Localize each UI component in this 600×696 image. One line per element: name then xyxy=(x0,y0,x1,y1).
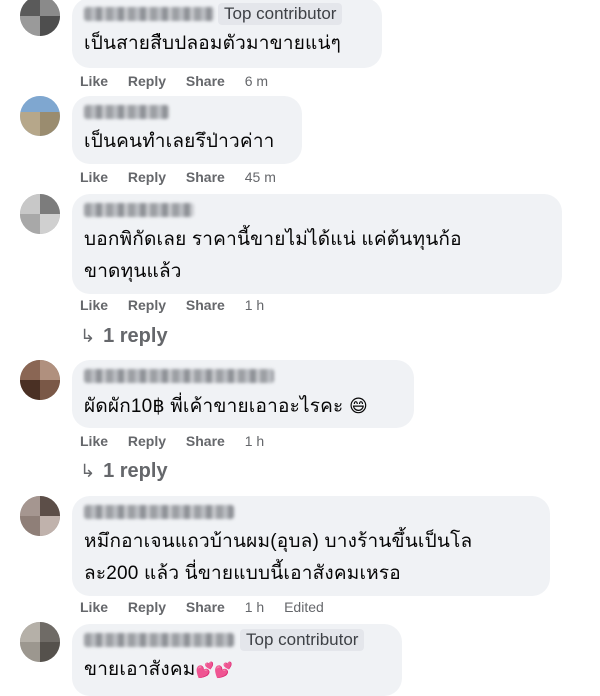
comment-text-line: หมึกอาเจนแถวบ้านผม(อุบล) บางร้านขึ้นเป็น… xyxy=(84,531,473,552)
comment-bubble: Top contributor เป็นสายสืบปลอมตัวมาขายแน… xyxy=(72,0,382,68)
author-name[interactable] xyxy=(84,369,274,383)
comment-actions: Like Reply Share 45 m xyxy=(80,169,292,185)
comment-text-line: ขาดทุนแล้ว xyxy=(84,261,182,282)
reply-button[interactable]: Reply xyxy=(128,73,166,89)
avatar[interactable] xyxy=(20,622,60,662)
grinning-emoji-icon: 😄 xyxy=(348,396,368,416)
like-button[interactable]: Like xyxy=(80,169,108,185)
comment-actions: Like Reply Share 1 h Edited xyxy=(80,599,340,615)
share-button[interactable]: Share xyxy=(186,169,225,185)
like-button[interactable]: Like xyxy=(80,297,108,313)
reply-button[interactable]: Reply xyxy=(128,433,166,449)
reply-button[interactable]: Reply xyxy=(128,599,166,615)
comment-text-line: บอกพิกัดเลย ราคานี้ขายไม่ได้แน่ แค่ต้นทุ… xyxy=(84,229,462,250)
comment-text-line: ละ200 แล้ว นี่ขายแบบนี้เอาสังคมเหรอ xyxy=(84,563,401,584)
author-name[interactable] xyxy=(84,505,234,519)
avatar[interactable] xyxy=(20,360,60,400)
author-name[interactable] xyxy=(84,203,194,217)
share-button[interactable]: Share xyxy=(186,433,225,449)
comment-text: เป็นคนทำเลยรึป่าวค่าา xyxy=(84,131,275,152)
like-button[interactable]: Like xyxy=(80,433,108,449)
avatar[interactable] xyxy=(20,194,60,234)
comment-actions: Like Reply Share 6 m xyxy=(80,73,284,89)
comment-text-content: ผัดผัก10฿ พี่เค้าขายเอาอะไรคะ xyxy=(84,396,344,417)
author-name[interactable] xyxy=(84,633,234,647)
reply-arrow-icon: ↳ xyxy=(80,461,96,481)
two-hearts-icon: 💕💕 xyxy=(195,662,234,679)
share-button[interactable]: Share xyxy=(186,599,225,615)
share-button[interactable]: Share xyxy=(186,73,225,89)
replies-count: 1 reply xyxy=(103,460,168,482)
share-button[interactable]: Share xyxy=(186,297,225,313)
like-button[interactable]: Like xyxy=(80,73,108,89)
reply-arrow-icon: ↳ xyxy=(80,326,96,346)
avatar[interactable] xyxy=(20,0,60,36)
author-name[interactable] xyxy=(84,105,169,119)
avatar[interactable] xyxy=(20,96,60,136)
timestamp[interactable]: 6 m xyxy=(245,73,268,89)
comment-text-content: ขายเอาสังคม xyxy=(84,659,196,680)
reply-button[interactable]: Reply xyxy=(128,297,166,313)
replies-count: 1 reply xyxy=(103,325,168,347)
timestamp[interactable]: 1 h xyxy=(245,297,264,313)
top-contributor-badge: Top contributor xyxy=(218,3,343,25)
timestamp[interactable]: 1 h xyxy=(245,433,264,449)
timestamp[interactable]: 45 m xyxy=(245,169,276,185)
comment-bubble: หมึกอาเจนแถวบ้านผม(อุบล) บางร้านขึ้นเป็น… xyxy=(72,496,550,596)
view-replies-link[interactable]: ↳ 1 reply xyxy=(80,325,168,348)
edited-label[interactable]: Edited xyxy=(284,599,324,615)
comment-actions: Like Reply Share 1 h xyxy=(80,433,280,449)
comment-text: ผัดผัก10฿ พี่เค้าขายเอาอะไรคะ 😄 xyxy=(84,390,368,423)
view-replies-link[interactable]: ↳ 1 reply xyxy=(80,460,168,483)
comment-text: เป็นสายสืบปลอมตัวมาขายแน่ๆ xyxy=(84,33,342,54)
comment-bubble: Top contributor ขายเอาสังคม💕💕 xyxy=(72,624,402,696)
timestamp[interactable]: 1 h xyxy=(245,599,264,615)
comment-bubble: เป็นคนทำเลยรึป่าวค่าา xyxy=(72,96,302,164)
like-button[interactable]: Like xyxy=(80,599,108,615)
author-name[interactable] xyxy=(84,7,214,21)
comment-bubble: บอกพิกัดเลย ราคานี้ขายไม่ได้แน่ แค่ต้นทุ… xyxy=(72,194,562,294)
avatar[interactable] xyxy=(20,496,60,536)
top-contributor-badge: Top contributor xyxy=(240,629,365,651)
comment-bubble: ผัดผัก10฿ พี่เค้าขายเอาอะไรคะ 😄 xyxy=(72,360,414,428)
comment-actions: Like Reply Share 1 h xyxy=(80,297,280,313)
comment-text: ขายเอาสังคม💕💕 xyxy=(84,654,233,687)
reply-button[interactable]: Reply xyxy=(128,169,166,185)
